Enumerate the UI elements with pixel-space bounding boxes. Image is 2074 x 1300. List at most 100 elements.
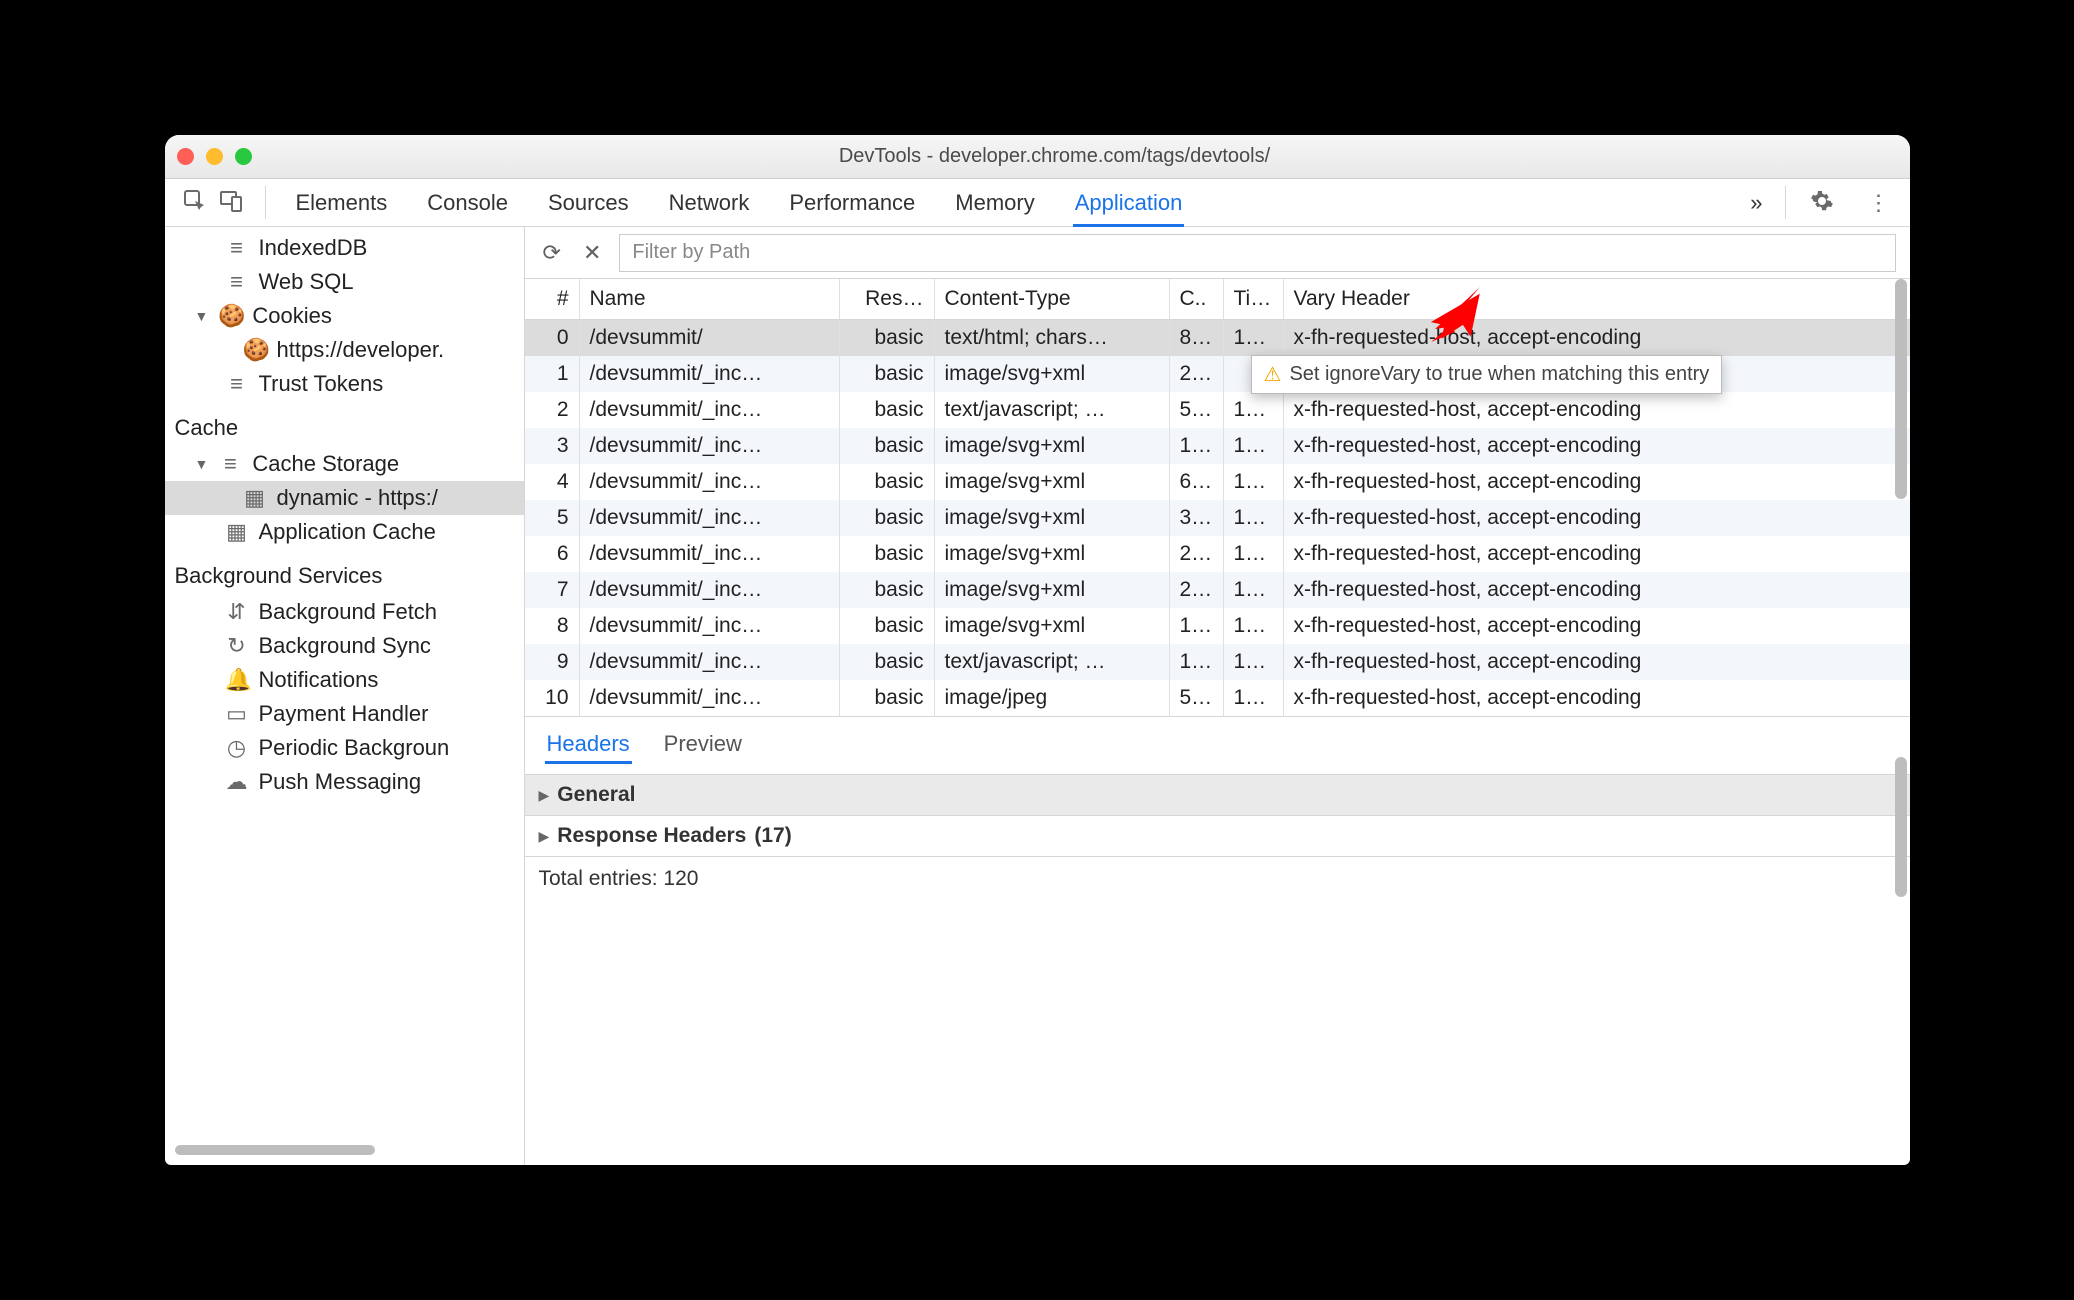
sidebar-item-label: IndexedDB <box>259 235 368 261</box>
detail-tab-preview[interactable]: Preview <box>662 727 744 764</box>
cell: /devsummit/ <box>580 320 840 356</box>
column-header[interactable]: # <box>525 279 580 319</box>
cookie-icon: 🍪 <box>218 303 242 329</box>
sidebar-item[interactable]: ▦Application Cache <box>165 515 524 549</box>
section-general[interactable]: ▶ General <box>525 775 1910 816</box>
cell: image/jpeg <box>935 680 1170 716</box>
close-window[interactable] <box>177 148 194 165</box>
cell: text/javascript; … <box>935 644 1170 680</box>
table-row[interactable]: 5/devsummit/_inc…basicimage/svg+xml3…1…x… <box>525 500 1910 536</box>
cell: x-fh-requested-host, accept-encoding <box>1284 464 1910 500</box>
sidebar-item[interactable]: ▦dynamic - https:/ <box>165 481 524 515</box>
inspect-element-icon[interactable] <box>183 189 207 216</box>
table-row[interactable]: 6/devsummit/_inc…basicimage/svg+xml2…1…x… <box>525 536 1910 572</box>
cell: 1… <box>1224 464 1284 500</box>
cell: 4 <box>525 464 580 500</box>
cell: /devsummit/_inc… <box>580 608 840 644</box>
column-header[interactable]: Name <box>580 279 840 319</box>
sidebar-item[interactable]: ▭Payment Handler <box>165 697 524 731</box>
sidebar-item[interactable]: ▼≡Cache Storage <box>165 447 524 481</box>
cell: 5… <box>1170 680 1224 716</box>
tab-performance[interactable]: Performance <box>787 182 917 224</box>
cell: 1… <box>1224 320 1284 356</box>
detail-tab-headers[interactable]: Headers <box>545 727 632 764</box>
sidebar-item[interactable]: ◷Periodic Backgroun <box>165 731 524 765</box>
column-header[interactable]: Res… <box>840 279 935 319</box>
inspect-tools <box>173 189 253 216</box>
section-response-headers[interactable]: ▶ Response Headers (17) <box>525 816 1910 857</box>
cell: x-fh-requested-host, accept-encoding <box>1284 500 1910 536</box>
cell: 3… <box>1170 500 1224 536</box>
sidebar-item-label: https://developer. <box>277 337 445 363</box>
filter-input[interactable] <box>619 234 1895 272</box>
tab-sources[interactable]: Sources <box>546 182 631 224</box>
tab-elements[interactable]: Elements <box>294 182 390 224</box>
table-row[interactable]: 10/devsummit/_inc…basicimage/jpeg5…1…x-f… <box>525 680 1910 716</box>
cell: x-fh-requested-host, accept-encoding <box>1284 572 1910 608</box>
device-toggle-icon[interactable] <box>219 189 243 216</box>
tab-application[interactable]: Application <box>1073 182 1185 224</box>
cell: /devsummit/_inc… <box>580 356 840 392</box>
tab-memory[interactable]: Memory <box>953 182 1036 224</box>
table-row[interactable]: 0/devsummit/basictext/html; chars…8…1…x-… <box>525 320 1910 356</box>
sidebar-item-label: Background Fetch <box>259 599 438 625</box>
column-header[interactable]: Ti… <box>1224 279 1284 319</box>
sidebar-item[interactable]: ≡Trust Tokens <box>165 367 524 401</box>
cell: basic <box>840 500 935 536</box>
table-row[interactable]: 9/devsummit/_inc…basictext/javascript; …… <box>525 644 1910 680</box>
sidebar-item[interactable]: 🍪https://developer. <box>165 333 524 367</box>
more-menu-icon[interactable]: ⋮ <box>1854 190 1902 216</box>
sidebar-item-label: Payment Handler <box>259 701 429 727</box>
sidebar-item-label: Web SQL <box>259 269 354 295</box>
table-row[interactable]: 4/devsummit/_inc…basicimage/svg+xml6…1…x… <box>525 464 1910 500</box>
cell: basic <box>840 536 935 572</box>
sidebar-item-label: Background Sync <box>259 633 431 659</box>
table-row[interactable]: 3/devsummit/_inc…basicimage/svg+xml1…1…x… <box>525 428 1910 464</box>
cell: x-fh-requested-host, accept-encoding <box>1284 392 1910 428</box>
cell: 8… <box>1170 320 1224 356</box>
cell: 9 <box>525 644 580 680</box>
sidebar-item[interactable]: ▼🍪Cookies <box>165 299 524 333</box>
sidebar-item-label: Application Cache <box>259 519 436 545</box>
cell: basic <box>840 608 935 644</box>
refresh-icon[interactable]: ⟳ <box>539 236 565 270</box>
column-header[interactable]: C.. <box>1170 279 1224 319</box>
sidebar-item[interactable]: ≡IndexedDB <box>165 231 524 265</box>
tab-network[interactable]: Network <box>667 182 752 224</box>
cell: x-fh-requested-host, accept-encoding <box>1284 680 1910 716</box>
cell: image/svg+xml <box>935 356 1170 392</box>
sidebar-item[interactable]: ≡Web SQL <box>165 265 524 299</box>
cache-storage-panel: ⟳ ✕ #NameRes…Content-TypeC..Ti…Vary Head… <box>525 227 1910 1165</box>
section-general-label: General <box>557 783 635 807</box>
column-header[interactable]: Vary Header <box>1284 279 1910 319</box>
vary-tooltip: ⚠ Set ignoreVary to true when matching t… <box>1251 355 1723 394</box>
detail-tabs: Headers Preview <box>525 717 1910 775</box>
cell: image/svg+xml <box>935 536 1170 572</box>
tab-console[interactable]: Console <box>425 182 510 224</box>
panel-tabs: Elements Console Sources Network Performance… <box>278 182 1733 224</box>
table-row[interactable]: 7/devsummit/_inc…basicimage/svg+xml2…1…x… <box>525 572 1910 608</box>
scrollbar-horizontal[interactable] <box>175 1145 375 1155</box>
sidebar-item-label: Cookies <box>252 303 331 329</box>
cell: x-fh-requested-host, accept-encoding <box>1284 644 1910 680</box>
column-header[interactable]: Content-Type <box>935 279 1170 319</box>
bell-icon: 🔔 <box>225 667 249 693</box>
table-row[interactable]: 8/devsummit/_inc…basicimage/svg+xml1…1…x… <box>525 608 1910 644</box>
panel-tabbar: Elements Console Sources Network Performance… <box>165 179 1910 227</box>
cell: 1… <box>1170 428 1224 464</box>
cell: /devsummit/_inc… <box>580 464 840 500</box>
settings-icon[interactable] <box>1798 189 1846 216</box>
clear-icon[interactable]: ✕ <box>579 236 605 270</box>
divider <box>1785 186 1786 219</box>
cell: 3 <box>525 428 580 464</box>
cell: 5… <box>1170 392 1224 428</box>
sidebar-item[interactable]: ⇵Background Fetch <box>165 595 524 629</box>
scrollbar-vertical[interactable] <box>1895 757 1907 897</box>
sidebar-item[interactable]: ☁Push Messaging <box>165 765 524 799</box>
tabs-overflow[interactable]: » <box>1740 190 1772 216</box>
table-row[interactable]: 2/devsummit/_inc…basictext/javascript; …… <box>525 392 1910 428</box>
sidebar-item[interactable]: ↻Background Sync <box>165 629 524 663</box>
cell: 1… <box>1224 428 1284 464</box>
cell: basic <box>840 356 935 392</box>
sidebar-item[interactable]: 🔔Notifications <box>165 663 524 697</box>
